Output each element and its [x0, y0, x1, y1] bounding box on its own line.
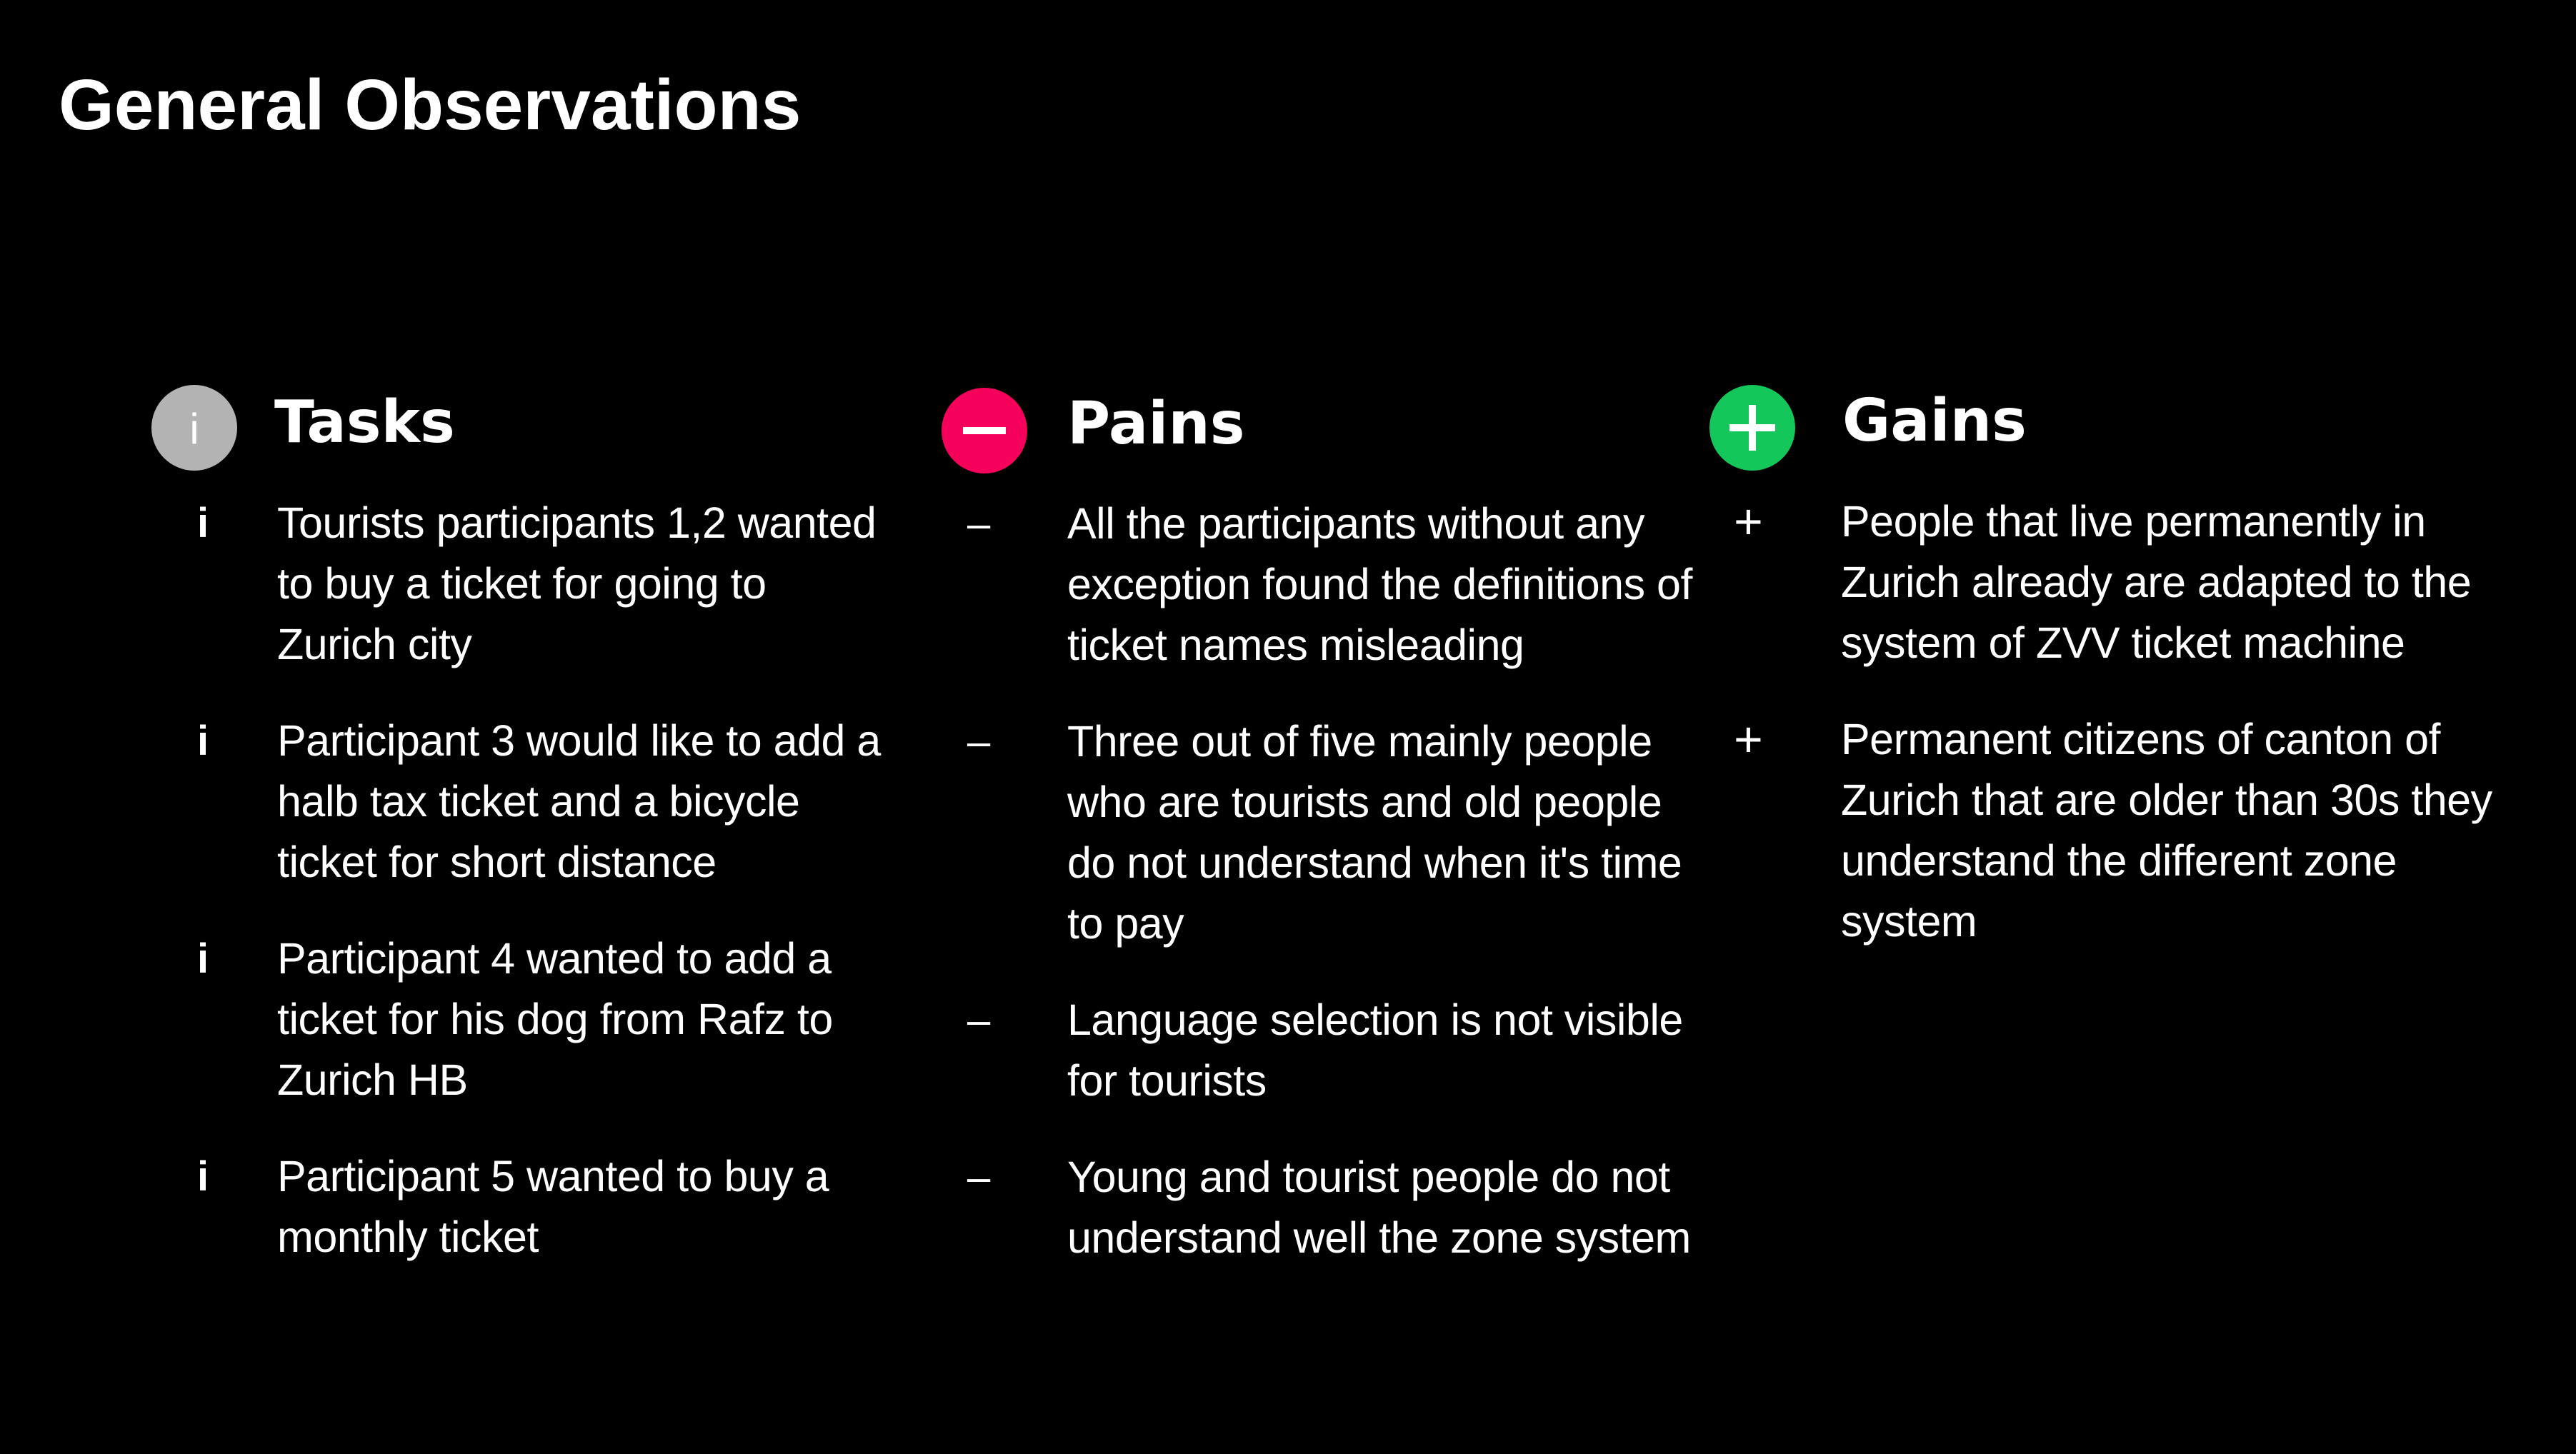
gains-header: Gains [1709, 382, 2460, 475]
tasks-list-item: i Participant 5 wanted to buy a monthly … [151, 1146, 892, 1268]
tasks-item-text: Participant 3 would like to add a halb t… [277, 716, 881, 886]
minus-bullet-icon: – [967, 718, 990, 765]
pains-list-item: – Three out of five mainly people who ar… [942, 711, 1696, 954]
tasks-item-text: Participant 4 wanted to add a ticket for… [277, 934, 833, 1104]
gains-list: + People that live permanently in Zurich… [1709, 491, 2498, 988]
gains-list-item: + People that live permanently in Zurich… [1709, 491, 2498, 673]
gains-column: Gains + People that live permanently in … [1709, 382, 2492, 946]
gains-heading: Gains [1842, 387, 2027, 455]
info-bullet-icon: i [197, 718, 209, 764]
pains-heading: Pains [1067, 390, 1245, 458]
info-bullet-icon: i [197, 936, 209, 982]
plus-bullet-icon: + [1734, 711, 1763, 767]
pains-list: – All the participants without any excep… [942, 493, 1696, 1304]
pains-list-item: – Language selection is not visible for … [942, 990, 1696, 1111]
pains-list-item: – Young and tourist people do not unders… [942, 1147, 1696, 1268]
gains-list-item: + Permanent citizens of canton of Zurich… [1709, 709, 2498, 952]
tasks-list-item: i Tourists participants 1,2 wanted to bu… [151, 493, 892, 675]
gains-item-text: People that live permanently in Zurich a… [1841, 497, 2472, 667]
pains-item-text: Young and tourist people do not understa… [1067, 1153, 1691, 1262]
gains-item-text: Permanent citizens of canton of Zurich t… [1841, 715, 2492, 946]
minus-bullet-icon: – [967, 997, 990, 1043]
plus-bullet-icon: + [1734, 493, 1763, 549]
tasks-list: i Tourists participants 1,2 wanted to bu… [151, 493, 892, 1303]
info-bullet-icon: i [197, 500, 209, 546]
pains-header: Pains [942, 382, 1692, 475]
tasks-column: i Tasks i Tourists participants 1,2 want… [151, 382, 881, 1261]
tasks-list-item: i Participant 3 would like to add a halb… [151, 711, 892, 893]
pains-list-item: – All the participants without any excep… [942, 493, 1696, 676]
pains-column: Pains – All the participants without any… [942, 382, 1692, 1262]
minus-bullet-icon: – [967, 501, 990, 547]
tasks-heading: Tasks [274, 388, 455, 456]
plus-icon [1709, 385, 1795, 471]
slide-title: General Observations [59, 65, 802, 145]
tasks-item-text: Tourists participants 1,2 wanted to buy … [277, 498, 877, 668]
minus-icon [942, 388, 1027, 473]
tasks-list-item: i Participant 4 wanted to add a ticket f… [151, 928, 892, 1110]
info-icon: i [151, 385, 237, 471]
pains-item-text: All the participants without any excepti… [1067, 499, 1692, 669]
tasks-item-text: Participant 5 wanted to buy a monthly ti… [277, 1152, 829, 1261]
pains-item-text: Three out of five mainly people who are … [1067, 717, 1682, 948]
tasks-header: i Tasks [151, 382, 866, 475]
info-icon-glyph: i [189, 405, 199, 453]
pains-item-text: Language selection is not visible for to… [1067, 996, 1683, 1105]
minus-bullet-icon: – [967, 1154, 990, 1200]
info-bullet-icon: i [197, 1153, 209, 1200]
